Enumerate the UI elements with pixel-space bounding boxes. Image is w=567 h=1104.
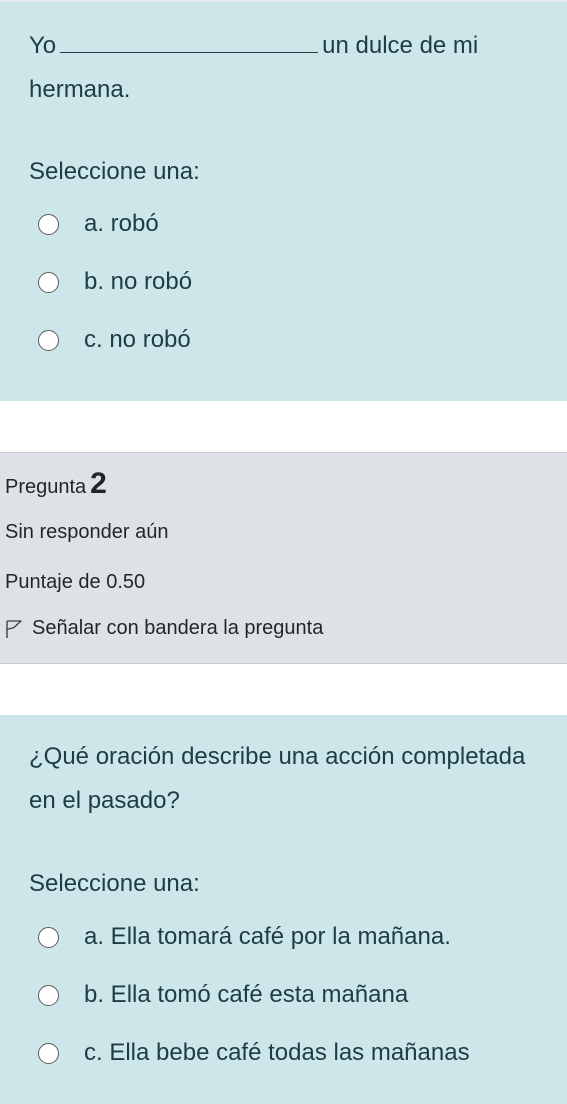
question-1-block: Yo un dulce de mi hermana. Seleccione una… bbox=[0, 0, 567, 401]
question-number-heading: Pregunta 2 bbox=[5, 469, 107, 500]
option-label: c. no robó bbox=[84, 326, 191, 353]
radio-button[interactable] bbox=[38, 271, 59, 293]
question-2-option-b[interactable]: b. Ella tomó café esta mañana bbox=[38, 978, 408, 1012]
option-label: a. Ella tomará café por la mañana. bbox=[84, 923, 451, 950]
flag-question-toggle[interactable]: Señalar con bandera la pregunta bbox=[5, 617, 323, 640]
question-2-text: ¿Qué oración describe una acción complet… bbox=[29, 743, 526, 814]
radio-button[interactable] bbox=[38, 1042, 59, 1064]
question-prefix: Pregunta bbox=[5, 476, 87, 498]
option-label: b. Ella tomó café esta mañana bbox=[84, 981, 409, 1008]
select-one-label: Seleccione una: bbox=[29, 870, 200, 897]
question-number: 2 bbox=[90, 467, 107, 500]
radio-button[interactable] bbox=[38, 926, 59, 948]
answer-blank bbox=[60, 32, 319, 53]
option-label: a. robó bbox=[84, 210, 159, 237]
radio-button[interactable] bbox=[38, 329, 59, 351]
radio-button[interactable] bbox=[38, 984, 59, 1006]
flag-question-label: Señalar con bandera la pregunta bbox=[32, 617, 324, 639]
question-2-info-panel: Pregunta 2 Sin responder aún Puntaje de 0… bbox=[0, 452, 567, 664]
question-status: Sin responder aún bbox=[5, 521, 169, 543]
option-label: b. no robó bbox=[84, 268, 193, 295]
option-label: c. Ella bebe café todas las mañanas bbox=[84, 1039, 470, 1066]
flag-outline-icon bbox=[5, 619, 23, 639]
question-1-text: Yo un dulce de mi hermana. bbox=[29, 24, 529, 112]
radio-button[interactable] bbox=[38, 213, 59, 235]
question-1-text-before: Yo bbox=[29, 32, 57, 59]
select-one-label: Seleccione una: bbox=[29, 158, 200, 185]
question-2-option-c[interactable]: c. Ella bebe café todas las mañanas bbox=[38, 1036, 470, 1070]
question-2-block: ¿Qué oración describe una acción complet… bbox=[0, 715, 567, 1104]
question-2-option-a[interactable]: a. Ella tomará café por la mañana. bbox=[38, 920, 451, 954]
question-1-option-b[interactable]: b. no robó bbox=[38, 265, 192, 299]
question-1-option-c[interactable]: c. no robó bbox=[38, 323, 191, 357]
question-1-option-a[interactable]: a. robó bbox=[38, 207, 159, 241]
question-score: Puntaje de 0.50 bbox=[5, 571, 146, 593]
